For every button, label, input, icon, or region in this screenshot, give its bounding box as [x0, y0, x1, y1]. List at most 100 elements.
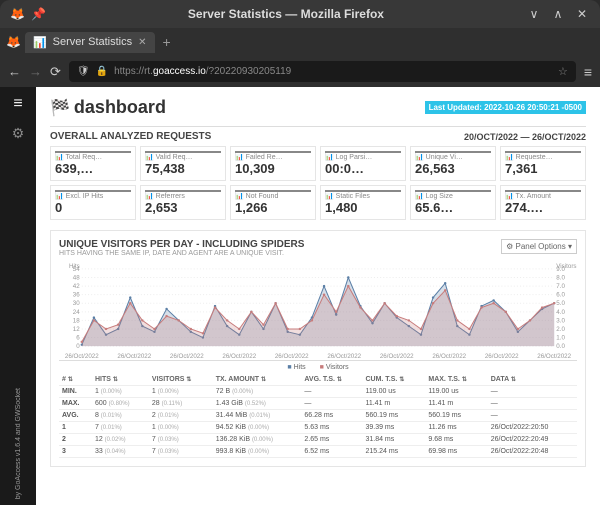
- svg-text:Hits: Hits: [69, 264, 80, 270]
- svg-text:36: 36: [73, 293, 81, 299]
- stat-card: 📊 Referrers2,653: [140, 185, 226, 220]
- legend-hits: Hits: [287, 364, 305, 371]
- app-sidebar: ≡ ⚙ by GoAccess v1.6.4 and GWSocket: [0, 87, 36, 505]
- sidebar-settings-icon[interactable]: ⚙: [12, 125, 25, 142]
- svg-text:42: 42: [73, 284, 81, 290]
- tab-close-icon[interactable]: ✕: [138, 37, 146, 48]
- svg-text:4.0: 4.0: [556, 310, 565, 316]
- dashboard-title: 🏁dashboard: [50, 97, 166, 118]
- svg-text:26/Oct/2022: 26/Oct/2022: [65, 354, 99, 360]
- svg-text:3.0: 3.0: [556, 318, 565, 324]
- svg-text:24: 24: [73, 310, 81, 316]
- card-value: 10,309: [235, 161, 311, 176]
- chart: 0612182430364248540.01.02.03.04.05.06.07…: [59, 261, 577, 361]
- card-value: 75,438: [145, 161, 221, 176]
- reload-button[interactable]: ⟳: [50, 64, 61, 80]
- table-header[interactable]: AVG. T.S. ⇅: [301, 374, 362, 386]
- sidebar-menu-icon[interactable]: ≡: [13, 95, 22, 113]
- pin-icon: 📌: [31, 7, 46, 21]
- stat-card: 📊 Static Files1,480: [320, 185, 406, 220]
- svg-text:26/Oct/2022: 26/Oct/2022: [170, 354, 204, 360]
- svg-text:0: 0: [76, 344, 80, 350]
- visitors-panel: UNIQUE VISITORS PER DAY - INCLUDING SPID…: [50, 230, 586, 467]
- card-label: 📊 Valid Req…: [145, 151, 221, 161]
- card-value: 00:0…: [325, 161, 401, 176]
- window-title: Server Statistics — Mozilla Firefox: [46, 7, 526, 21]
- card-label: 📊 Requeste…: [505, 151, 581, 161]
- card-label: 📊 Log Size: [415, 190, 491, 200]
- window-titlebar: 🦊 📌 Server Statistics — Mozilla Firefox …: [0, 0, 600, 28]
- stat-card: 📊 Total Req…639,…: [50, 146, 136, 181]
- card-value: 274.…: [505, 200, 581, 215]
- url-toolbar: ← → ⟳ 🛡 🔒 https://rt.goaccess.io/?202209…: [0, 56, 600, 87]
- forward-button[interactable]: →: [29, 64, 42, 79]
- svg-text:48: 48: [73, 276, 81, 282]
- panel-options-button[interactable]: ⚙ Panel Options ▾: [501, 239, 577, 254]
- card-value: 0: [55, 200, 131, 215]
- card-label: 📊 Tx. Amount: [505, 190, 581, 200]
- svg-text:26/Oct/2022: 26/Oct/2022: [380, 354, 414, 360]
- svg-text:8.0: 8.0: [556, 276, 565, 282]
- main-content: 🏁dashboard Last Updated: 2022-10-26 20:5…: [36, 87, 600, 505]
- card-label: 📊 Log Parsi…: [325, 151, 401, 161]
- table-header[interactable]: MAX. T.S. ⇅: [425, 374, 487, 386]
- svg-text:12: 12: [73, 327, 81, 333]
- table-row: AVG.8 (0.01%)2 (0.01%)31.44 MiB (0.01%)6…: [59, 410, 577, 422]
- menu-button[interactable]: ≡: [584, 64, 592, 80]
- table-header[interactable]: CUM. T.S. ⇅: [362, 374, 425, 386]
- stat-card: 📊 Requeste…7,361: [500, 146, 586, 181]
- stat-card: 📊 Log Parsi…00:0…: [320, 146, 406, 181]
- card-value: 639,…: [55, 161, 131, 176]
- stat-card: 📊 Unique Vi…26,563: [410, 146, 496, 181]
- stat-card: 📊 Not Found1,266: [230, 185, 316, 220]
- tab-label: Server Statistics: [53, 36, 132, 48]
- svg-text:26/Oct/2022: 26/Oct/2022: [485, 354, 519, 360]
- tab-bar: 🦊 📊 Server Statistics ✕ +: [0, 28, 600, 56]
- overall-range: 20/OCT/2022 — 26/OCT/2022: [464, 132, 586, 142]
- stat-card: 📊 Excl. IP Hits0: [50, 185, 136, 220]
- svg-text:5.0: 5.0: [556, 301, 565, 307]
- svg-text:18: 18: [73, 318, 81, 324]
- stat-card: 📊 Log Size65.6…: [410, 185, 496, 220]
- firefox-icon: 🦊: [10, 7, 25, 21]
- card-value: 2,653: [145, 200, 221, 215]
- last-updated-badge: Last Updated: 2022-10-26 20:50:21 -0500: [425, 101, 586, 114]
- table-row: MAX.600 (0.80%)28 (0.11%)1.43 GiB (0.52%…: [59, 398, 577, 410]
- maximize-button[interactable]: ∧: [550, 6, 566, 22]
- bookmark-icon[interactable]: ☆: [558, 65, 568, 78]
- svg-text:0.0: 0.0: [556, 344, 565, 350]
- overall-label: OVERALL ANALYZED REQUESTS: [50, 131, 211, 142]
- gauge-icon: 🏁: [50, 98, 70, 118]
- table-header[interactable]: TX. AMOUNT ⇅: [213, 374, 302, 386]
- legend-visitors: Visitors: [320, 364, 349, 371]
- table-row: MIN.1 (0.00%)1 (0.00%)72 B (0.00%)—119.0…: [59, 386, 577, 398]
- svg-text:26/Oct/2022: 26/Oct/2022: [275, 354, 309, 360]
- browser-tab[interactable]: 📊 Server Statistics ✕: [25, 32, 155, 53]
- sidebar-credit: by GoAccess v1.6.4 and GWSocket: [15, 382, 22, 505]
- svg-text:6.0: 6.0: [556, 293, 565, 299]
- card-label: 📊 Static Files: [325, 190, 401, 200]
- minimize-button[interactable]: ∨: [526, 6, 542, 22]
- table-header[interactable]: # ⇅: [59, 374, 92, 386]
- table-header[interactable]: VISITORS ⇅: [149, 374, 213, 386]
- table-row: 212 (0.02%)7 (0.03%)136.28 KiB (0.00%)2.…: [59, 434, 577, 446]
- svg-text:30: 30: [73, 301, 81, 307]
- card-label: 📊 Unique Vi…: [415, 151, 491, 161]
- card-label: 📊 Failed Re…: [235, 151, 311, 161]
- back-button[interactable]: ←: [8, 64, 21, 79]
- close-button[interactable]: ✕: [574, 6, 590, 22]
- table-header[interactable]: DATA ⇅: [488, 374, 577, 386]
- card-value: 26,563: [415, 161, 491, 176]
- lock-icon: 🔒: [96, 66, 108, 77]
- card-label: 📊 Not Found: [235, 190, 311, 200]
- table-header[interactable]: HITS ⇅: [92, 374, 149, 386]
- card-label: 📊 Excl. IP Hits: [55, 190, 131, 200]
- url-bar[interactable]: 🛡 🔒 https://rt.goaccess.io/?202209302051…: [69, 61, 576, 82]
- svg-text:7.0: 7.0: [556, 284, 565, 290]
- card-value: 1,480: [325, 200, 401, 215]
- new-tab-button[interactable]: +: [159, 34, 175, 50]
- table-row: 17 (0.01%)1 (0.00%)94.52 KiB (0.00%)5.63…: [59, 422, 577, 434]
- svg-text:26/Oct/2022: 26/Oct/2022: [537, 354, 571, 360]
- panel-title: UNIQUE VISITORS PER DAY - INCLUDING SPID…: [59, 239, 304, 250]
- svg-text:1.0: 1.0: [556, 336, 565, 342]
